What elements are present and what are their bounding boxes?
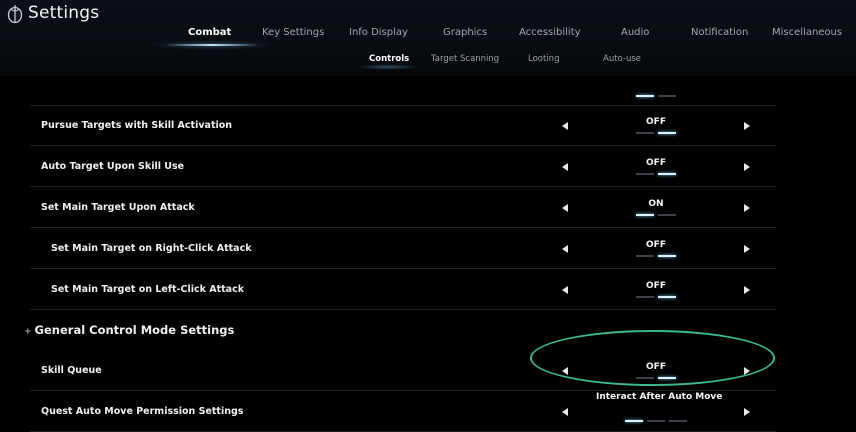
divider <box>30 227 776 228</box>
setting-label: Auto Target Upon Skill Use <box>41 161 185 172</box>
divider <box>30 268 776 269</box>
highlight-ring <box>530 330 775 386</box>
prev-row-option-indicator <box>658 95 676 97</box>
setting-value: OFF <box>646 158 666 168</box>
tab-info-display[interactable]: Info Display <box>349 27 408 38</box>
arrow-left-icon[interactable] <box>562 286 568 294</box>
tab-miscellaneous[interactable]: Miscellaneous <box>772 27 842 38</box>
setting-label: Quest Auto Move Permission Settings <box>41 406 244 417</box>
setting-row: Pursue Targets with Skill Activation OFF <box>30 106 776 146</box>
setting-label: Skill Queue <box>41 365 102 376</box>
setting-value: ON <box>648 199 664 209</box>
subtab-controls[interactable]: Controls <box>369 54 409 64</box>
setting-value: OFF <box>646 117 666 127</box>
prev-row-option-indicator <box>636 95 654 97</box>
option-indicator <box>625 420 643 422</box>
subtab-looting[interactable]: Looting <box>528 54 559 64</box>
arrow-left-icon[interactable] <box>562 408 568 416</box>
option-indicator <box>658 173 676 175</box>
setting-row: Auto Target Upon Skill Use OFF <box>30 147 776 187</box>
arrow-left-icon[interactable] <box>562 245 568 253</box>
tab-audio[interactable]: Audio <box>621 27 649 38</box>
setting-label: Set Main Target on Right-Click Attack <box>51 243 252 254</box>
divider <box>30 309 776 310</box>
arrow-left-icon[interactable] <box>562 122 568 130</box>
divider <box>30 390 776 391</box>
arrow-right-icon[interactable] <box>744 163 750 171</box>
arrow-right-icon[interactable] <box>744 204 750 212</box>
setting-value: OFF <box>646 281 666 291</box>
setting-value: Interact After Auto Move <box>596 392 723 402</box>
divider <box>30 186 776 187</box>
tab-graphics[interactable]: Graphics <box>443 27 487 38</box>
divider <box>30 145 776 146</box>
subtab-target-scanning[interactable]: Target Scanning <box>431 54 499 64</box>
setting-value: OFF <box>646 240 666 250</box>
option-indicator <box>658 132 676 134</box>
tab-key-settings[interactable]: Key Settings <box>262 27 324 38</box>
option-indicator <box>658 214 676 216</box>
top-bar: Settings Combat Key Settings Info Displa… <box>0 0 856 76</box>
arrow-right-icon[interactable] <box>744 122 750 130</box>
arrow-left-icon[interactable] <box>562 204 568 212</box>
active-subtab-glow <box>356 64 420 70</box>
setting-label: Pursue Targets with Skill Activation <box>41 120 233 131</box>
option-indicator <box>636 296 654 298</box>
setting-label: Set Main Target on Left-Click Attack <box>51 284 245 295</box>
arrow-right-icon[interactable] <box>744 408 750 416</box>
arrow-left-icon[interactable] <box>562 163 568 171</box>
section-header[interactable]: + General Control Mode Settings <box>24 323 234 337</box>
setting-row: Set Main Target on Right-Click Attack OFF <box>30 229 776 269</box>
tab-notification[interactable]: Notification <box>691 27 748 38</box>
game-logo-icon <box>7 5 23 24</box>
section-title: General Control Mode Settings <box>34 323 235 337</box>
arrow-right-icon[interactable] <box>744 245 750 253</box>
option-indicator <box>636 132 654 134</box>
option-indicator <box>647 420 665 422</box>
tab-combat[interactable]: Combat <box>188 27 231 38</box>
setting-row: Set Main Target Upon Attack ON <box>30 188 776 228</box>
option-indicator <box>669 420 687 422</box>
setting-label: Set Main Target Upon Attack <box>41 202 195 213</box>
tab-accessibility[interactable]: Accessibility <box>519 27 581 38</box>
setting-row: Quest Auto Move Permission Settings Inter… <box>30 392 776 432</box>
option-indicator <box>658 255 676 257</box>
option-indicator <box>636 173 654 175</box>
subtab-auto-use[interactable]: Auto-use <box>603 54 641 64</box>
expand-icon: + <box>24 327 32 337</box>
setting-row: Set Main Target on Left-Click Attack OFF <box>30 270 776 310</box>
arrow-right-icon[interactable] <box>744 286 750 294</box>
option-indicator <box>636 255 654 257</box>
option-indicator <box>658 296 676 298</box>
page-title: Settings <box>28 3 100 23</box>
option-indicator <box>636 214 654 216</box>
active-tab-underline <box>166 44 258 46</box>
